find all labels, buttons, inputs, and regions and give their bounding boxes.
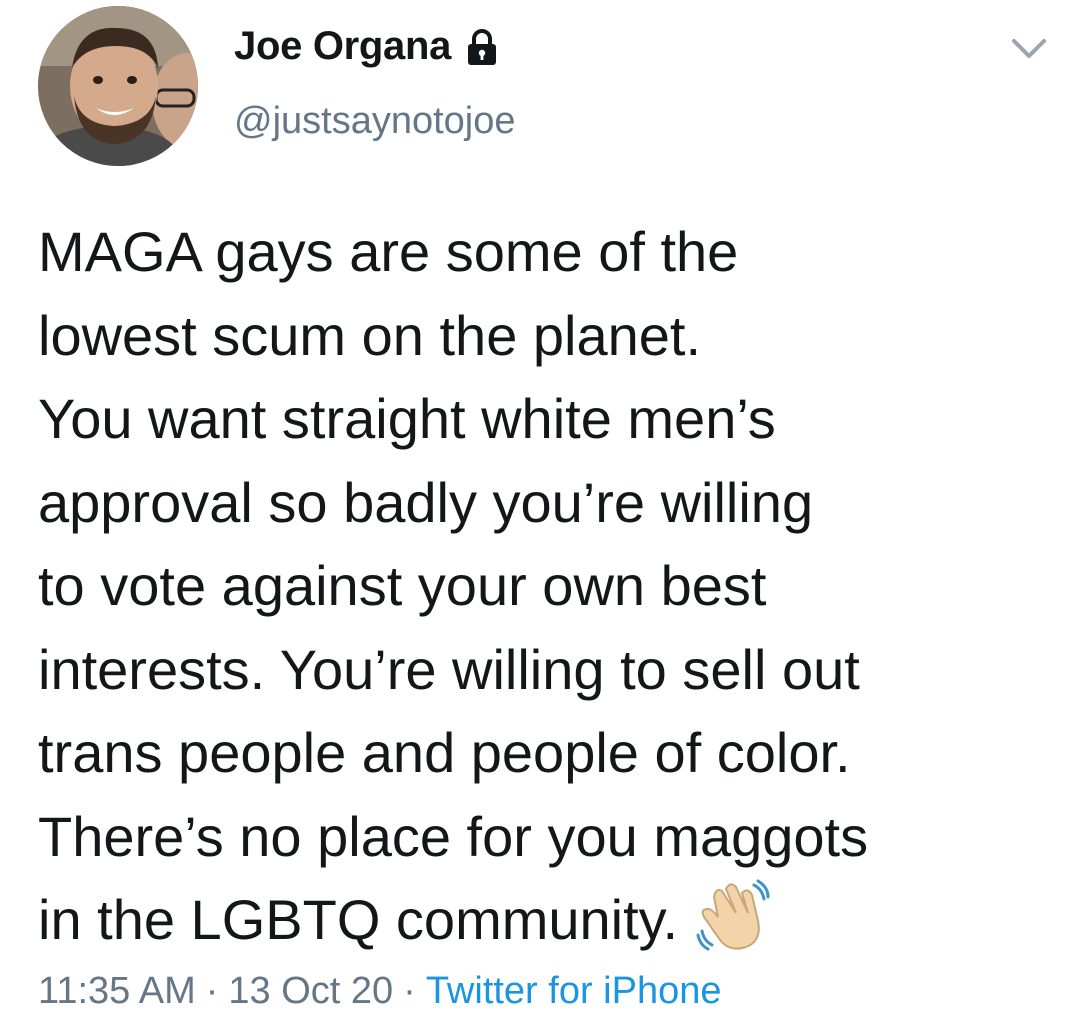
tweet-text-line: trans people and people of color.: [38, 721, 851, 784]
tweet-text-line: to vote against your own best: [38, 554, 767, 617]
avatar[interactable]: [38, 6, 198, 166]
profile-photo: [38, 6, 198, 166]
tweet-text-line: approval so badly you’re willing: [38, 470, 814, 534]
author-row: Joe Organa: [234, 24, 499, 69]
author-handle[interactable]: @justsaynotojoe: [234, 100, 516, 143]
tweet-text: MAGA gays are some of the lowest scum on…: [38, 210, 1048, 962]
tweet-meta: 11:35 AM · 13 Oct 20 · Twitter for iPhone: [38, 970, 722, 1013]
tweet-text-line: in the LGBTQ community.: [38, 888, 679, 951]
tweet-date[interactable]: 13 Oct 20: [228, 970, 393, 1012]
waving-hand-emoji: [696, 879, 770, 953]
tweet-text-last-line: in the LGBTQ community.: [38, 878, 1048, 962]
tweet-text-line: MAGA gays are some of the: [38, 220, 739, 283]
meta-separator: ·: [403, 970, 416, 1012]
lock-icon: [465, 28, 499, 66]
tweet-text-line: interests. You’re willing to sell out: [38, 637, 860, 701]
tweet-source-link[interactable]: Twitter for iPhone: [426, 970, 722, 1012]
meta-separator: ·: [205, 970, 219, 1012]
tweet-text-line: There’s no place for you maggots: [38, 804, 869, 868]
tweet-time[interactable]: 11:35 AM: [38, 970, 196, 1012]
chevron-down-icon[interactable]: [1010, 36, 1048, 62]
author-display-name[interactable]: Joe Organa: [234, 24, 451, 69]
tweet-text-line: You want straight white men’s: [38, 387, 776, 450]
tweet-text-line: lowest scum on the planet.: [38, 303, 702, 367]
